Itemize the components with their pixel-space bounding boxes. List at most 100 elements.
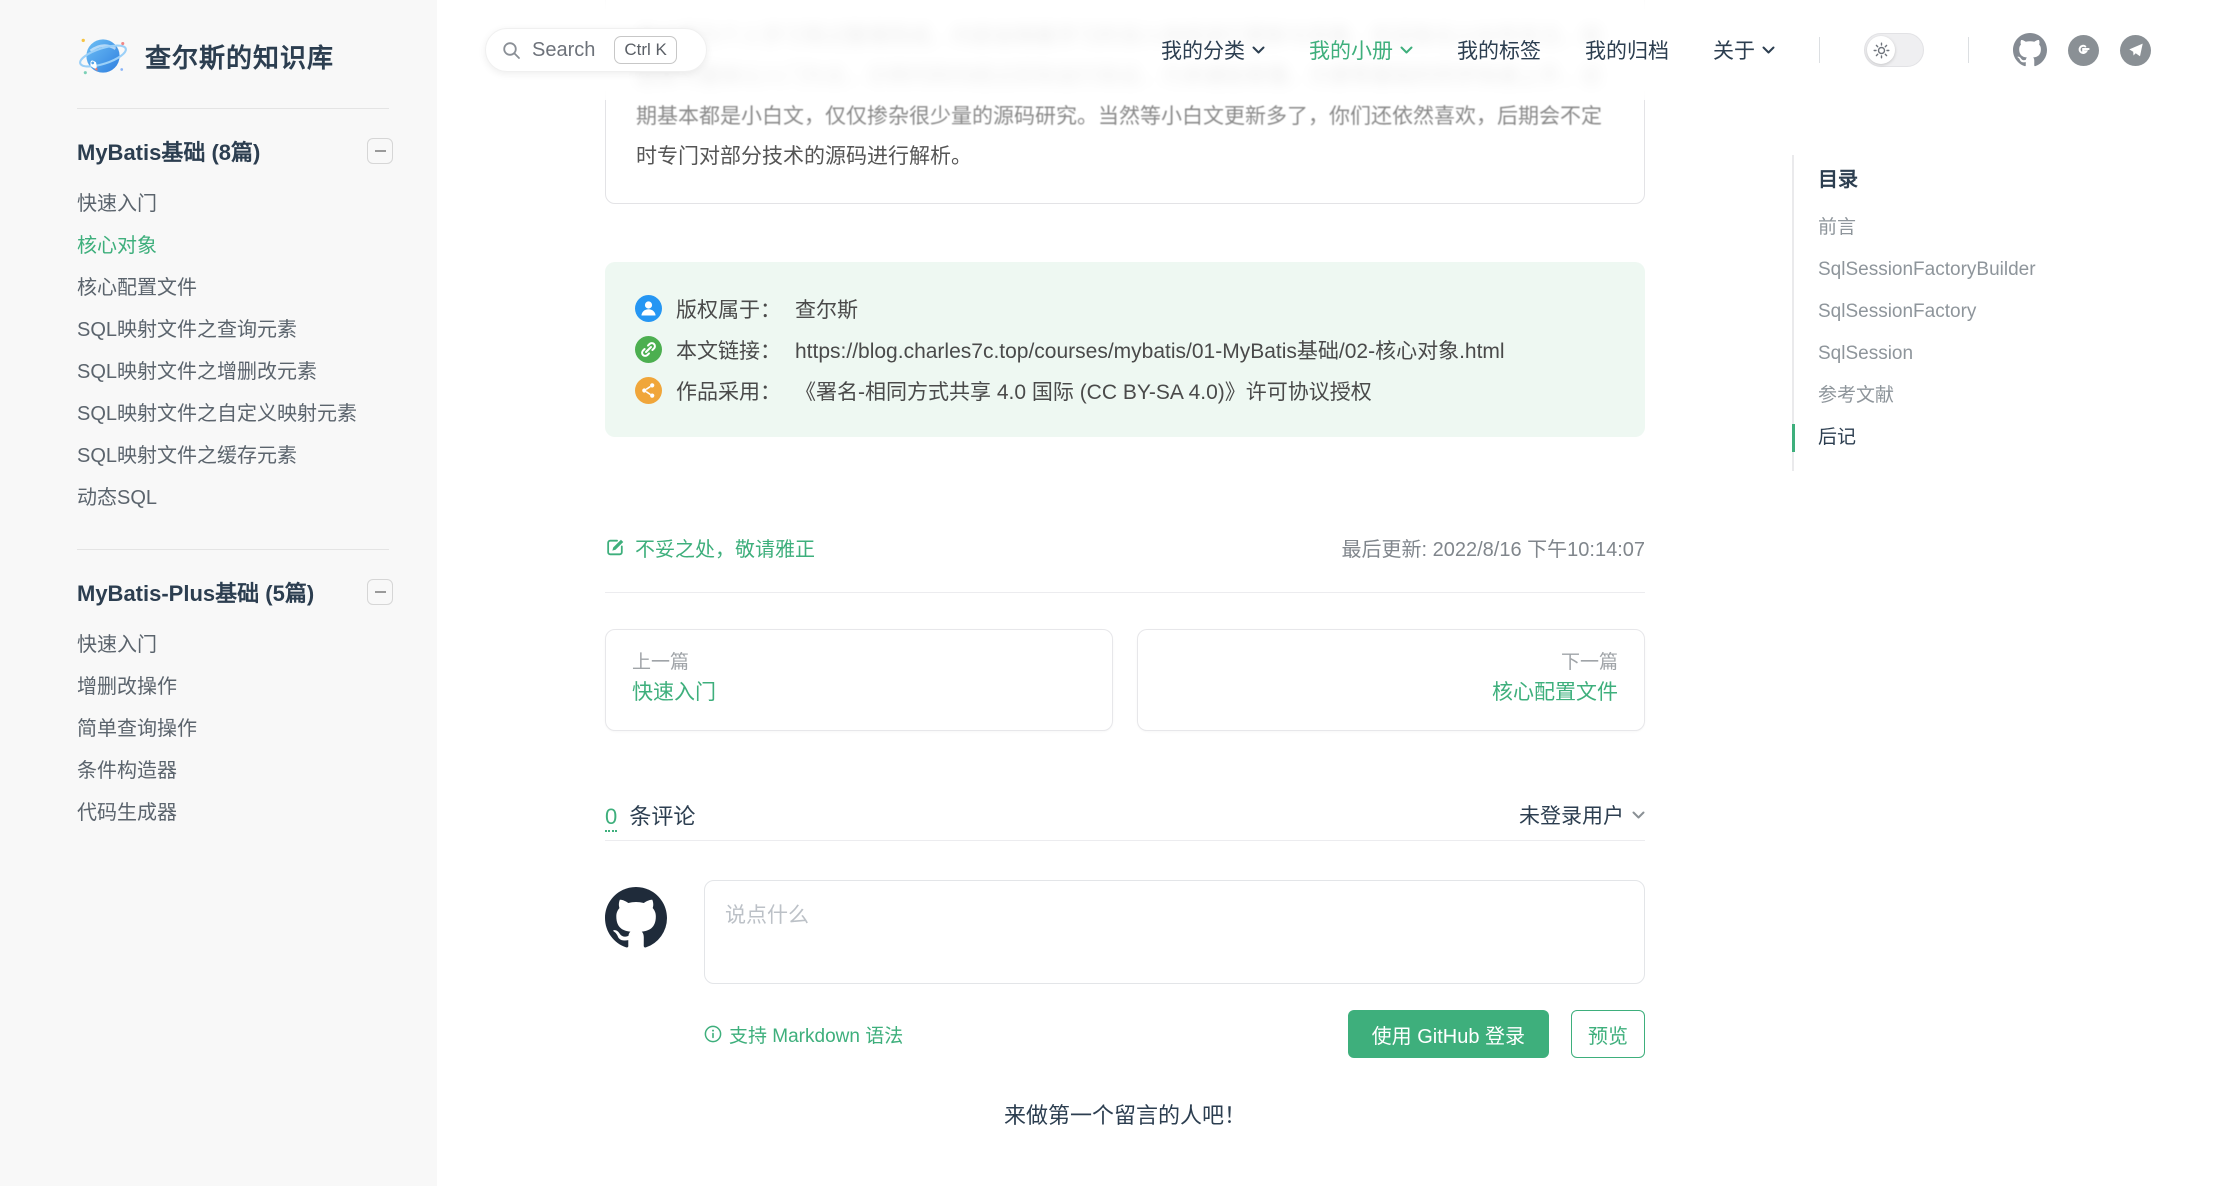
sidebar-item[interactable]: SQL映射文件之自定义映射元素 bbox=[77, 393, 393, 435]
nav-categories[interactable]: 我的分类 bbox=[1161, 35, 1265, 65]
article-permalink[interactable]: https://blog.charles7c.top/courses/mybat… bbox=[795, 335, 1505, 365]
toc-item[interactable]: 参考文献 bbox=[1818, 375, 2122, 417]
github-avatar bbox=[605, 887, 667, 949]
copyright-label: 作品采用： bbox=[676, 376, 781, 406]
search-input[interactable]: Search Ctrl K bbox=[485, 28, 707, 72]
toc-title: 目录 bbox=[1818, 165, 2122, 195]
comments-count-suffix: 条评论 bbox=[629, 804, 695, 829]
theme-toggle[interactable] bbox=[1864, 33, 1924, 67]
next-title: 核心配置文件 bbox=[1164, 676, 1618, 710]
sidebar-item[interactable]: 代码生成器 bbox=[77, 792, 393, 834]
github-icon[interactable] bbox=[2013, 33, 2047, 67]
navbar: Search Ctrl K 我的分类 我的小册 我的标签 我的归档 关于 bbox=[437, 0, 2213, 100]
sidebar-item[interactable]: 增删改操作 bbox=[77, 666, 393, 708]
license-icon bbox=[635, 377, 662, 404]
sidebar-item[interactable]: SQL映射文件之增删改元素 bbox=[77, 351, 393, 393]
nav-tags[interactable]: 我的标签 bbox=[1457, 35, 1541, 65]
comment-editor-row bbox=[605, 880, 1645, 984]
toc-panel: 目录 前言 SqlSessionFactoryBuilder SqlSessio… bbox=[1792, 155, 2122, 471]
pager: 上一篇 快速入门 下一篇 核心配置文件 bbox=[605, 629, 1645, 731]
sidebar-item[interactable]: 核心配置文件 bbox=[77, 267, 393, 309]
prev-label: 上一篇 bbox=[632, 650, 1086, 676]
minus-icon bbox=[375, 150, 386, 152]
sidebar-item[interactable]: 简单查询操作 bbox=[77, 708, 393, 750]
sidebar-group-title: MyBatis基础 (8篇) bbox=[77, 135, 260, 167]
divider bbox=[605, 840, 1645, 841]
navbar-menu: 我的分类 我的小册 我的标签 我的归档 关于 bbox=[1161, 33, 2151, 67]
copyright-link-row: 本文链接： https://blog.charles7c.top/courses… bbox=[635, 329, 1615, 370]
gitee-icon[interactable] bbox=[2068, 35, 2099, 66]
github-login-button[interactable]: 使用 GitHub 登录 bbox=[1348, 1010, 1549, 1058]
sun-icon bbox=[1873, 42, 1890, 59]
navbar-social-icons bbox=[2013, 33, 2151, 67]
toc-item-active[interactable]: 后记 bbox=[1818, 417, 2122, 459]
edit-link-label: 不妥之处，敬请雅正 bbox=[635, 533, 815, 562]
preview-button[interactable]: 预览 bbox=[1571, 1010, 1645, 1058]
login-status-dropdown[interactable]: 未登录用户 bbox=[1519, 800, 1645, 830]
comment-editor-actions: 支持 Markdown 语法 使用 GitHub 登录 预览 bbox=[605, 1010, 1645, 1058]
nav-booklets[interactable]: 我的小册 bbox=[1309, 35, 1413, 65]
toc-item[interactable]: SqlSessionFactory bbox=[1818, 291, 2122, 333]
nav-archives[interactable]: 我的归档 bbox=[1585, 35, 1669, 65]
next-label: 下一篇 bbox=[1164, 650, 1618, 676]
edit-page-link[interactable]: 不妥之处，敬请雅正 bbox=[605, 533, 815, 562]
theme-toggle-knob bbox=[1867, 36, 1895, 64]
collapse-group-button[interactable] bbox=[367, 138, 393, 164]
prev-title: 快速入门 bbox=[632, 676, 1086, 710]
search-icon bbox=[502, 41, 521, 60]
info-icon bbox=[704, 1025, 722, 1043]
sidebar: 查尔斯的知识库 MyBatis基础 (8篇) 快速入门 核心对象 核心配置文件 … bbox=[0, 0, 437, 1186]
divider bbox=[1968, 37, 1969, 63]
divider bbox=[1819, 37, 1820, 63]
chevron-down-icon bbox=[1632, 811, 1645, 820]
comments-count-row: 0 条评论 bbox=[605, 799, 695, 831]
sidebar-item[interactable]: SQL映射文件之查询元素 bbox=[77, 309, 393, 351]
comments-header: 0 条评论 未登录用户 bbox=[605, 799, 1645, 831]
sidebar-group-mybatis: MyBatis基础 (8篇) 快速入门 核心对象 核心配置文件 SQL映射文件之… bbox=[0, 109, 437, 549]
markdown-hint-link[interactable]: 支持 Markdown 语法 bbox=[704, 1021, 903, 1048]
link-icon bbox=[635, 336, 662, 363]
article-column: 本小册为个人学习笔记整理而成，内容会随着学习的深入持续进行更新与完善，欢迎各位小… bbox=[605, 0, 1645, 1130]
search-shortcut-badge: Ctrl K bbox=[614, 36, 677, 64]
search-placeholder: Search bbox=[532, 39, 595, 62]
chevron-down-icon bbox=[1762, 46, 1775, 55]
intro-text-line: 时专门对部分技术的源码进行解析。 bbox=[636, 137, 1614, 177]
site-title: 查尔斯的知识库 bbox=[145, 38, 334, 75]
chevron-down-icon bbox=[1400, 46, 1413, 55]
site-home-link[interactable]: 查尔斯的知识库 bbox=[0, 0, 437, 108]
edit-icon bbox=[605, 537, 626, 558]
sidebar-item[interactable]: 快速入门 bbox=[77, 183, 393, 225]
divider bbox=[605, 592, 1645, 593]
sidebar-item[interactable]: 条件构造器 bbox=[77, 750, 393, 792]
comment-input[interactable] bbox=[704, 880, 1645, 984]
sidebar-item[interactable]: 动态SQL bbox=[77, 477, 393, 519]
toc-item[interactable]: SqlSession bbox=[1818, 333, 2122, 375]
comments-count: 0 bbox=[605, 804, 617, 832]
nav-about[interactable]: 关于 bbox=[1713, 35, 1775, 65]
sidebar-item[interactable]: 快速入门 bbox=[77, 624, 393, 666]
site-logo-icon bbox=[77, 30, 129, 82]
copyright-author: 查尔斯 bbox=[795, 294, 858, 324]
license-text: 《署名-相同方式共享 4.0 国际 (CC BY-SA 4.0)》许可协议授权 bbox=[795, 376, 1372, 406]
sidebar-group-mybatis-plus: MyBatis-Plus基础 (5篇) 快速入门 增删改操作 简单查询操作 条件… bbox=[0, 550, 437, 864]
next-article-card[interactable]: 下一篇 核心配置文件 bbox=[1137, 629, 1645, 731]
sidebar-item[interactable]: SQL映射文件之缓存元素 bbox=[77, 435, 393, 477]
copyright-license-row: 作品采用： 《署名-相同方式共享 4.0 国际 (CC BY-SA 4.0)》许… bbox=[635, 370, 1615, 411]
comments-empty-message: 来做第一个留言的人吧！ bbox=[605, 1098, 1645, 1130]
toc-item[interactable]: 前言 bbox=[1818, 207, 2122, 249]
login-status-label: 未登录用户 bbox=[1519, 800, 1624, 830]
sidebar-item-active[interactable]: 核心对象 bbox=[77, 225, 393, 267]
minus-icon bbox=[375, 591, 386, 593]
intro-text-line: 期基本都是小白文，仅仅掺杂很少量的源码研究。当然等小白文更新多了，你们还依然喜欢… bbox=[636, 97, 1614, 137]
last-updated: 最后更新: 2022/8/16 下午10:14:07 bbox=[1342, 533, 1646, 562]
article-meta-row: 不妥之处，敬请雅正 最后更新: 2022/8/16 下午10:14:07 bbox=[605, 533, 1645, 561]
sidebar-group-title: MyBatis-Plus基础 (5篇) bbox=[77, 576, 314, 608]
collapse-group-button[interactable] bbox=[367, 579, 393, 605]
prev-article-card[interactable]: 上一篇 快速入门 bbox=[605, 629, 1113, 731]
copyright-label: 本文链接： bbox=[676, 335, 781, 365]
copyright-box: 版权属于： 查尔斯 本文链接： https://blog.charles7c.t… bbox=[605, 262, 1645, 437]
copyright-author-row: 版权属于： 查尔斯 bbox=[635, 288, 1615, 329]
toc-item[interactable]: SqlSessionFactoryBuilder bbox=[1818, 249, 2122, 291]
chevron-down-icon bbox=[1252, 46, 1265, 55]
telegram-icon[interactable] bbox=[2120, 35, 2151, 66]
